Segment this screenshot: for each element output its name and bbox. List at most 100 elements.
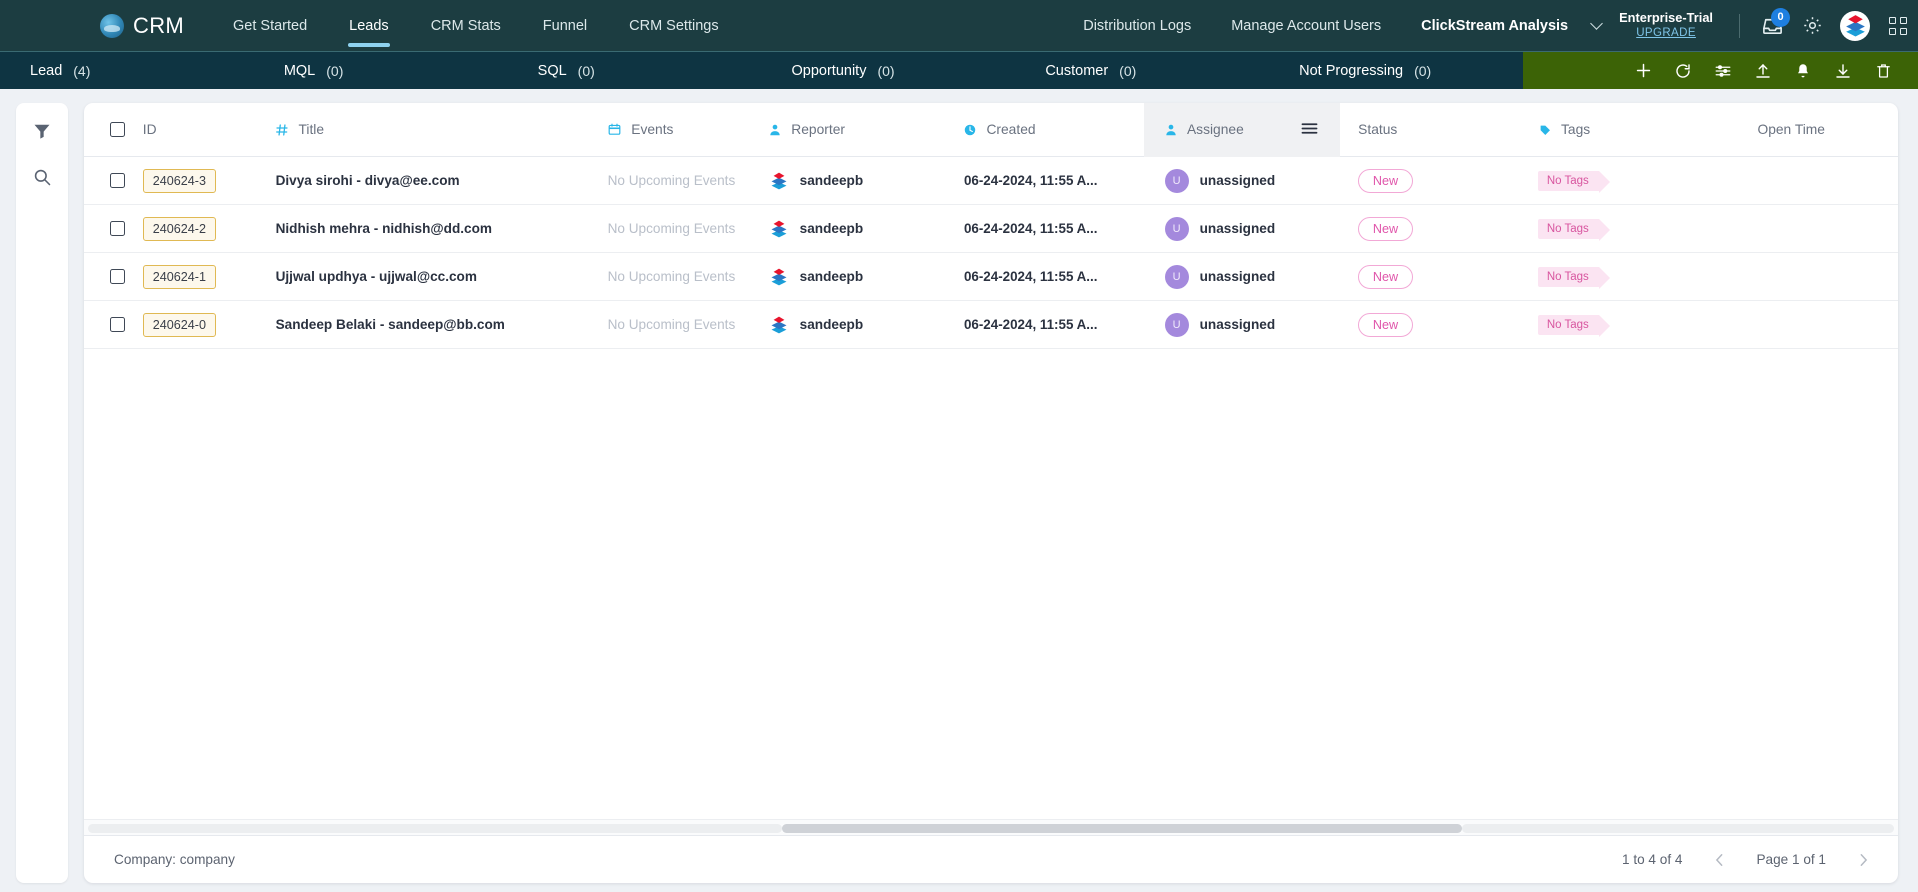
notification-bell-icon[interactable] xyxy=(1792,60,1814,82)
cell-open-time xyxy=(1721,205,1898,253)
lead-title-link[interactable]: Sandeep Belaki - sandeep@bb.com xyxy=(276,317,505,332)
assignee-name: unassigned xyxy=(1199,221,1276,236)
cell-id: 240624-2 xyxy=(142,205,276,253)
status-badge[interactable]: New xyxy=(1357,216,1414,241)
avatar[interactable]: U xyxy=(1164,264,1189,289)
column-header-title[interactable]: Title xyxy=(275,103,607,157)
column-header-id[interactable]: ID xyxy=(143,103,276,157)
gear-icon[interactable] xyxy=(1792,6,1832,46)
lead-title-link[interactable]: Ujjwal updhya - ujjwal@cc.com xyxy=(276,269,477,284)
stage-tab-opportunity-label: Opportunity xyxy=(791,62,867,79)
table-row[interactable]: 240624-0 Sandeep Belaki - sandeep@bb.com… xyxy=(84,301,1898,349)
tag-chip[interactable]: No Tags xyxy=(1537,266,1610,289)
search-icon[interactable] xyxy=(28,163,56,191)
download-icon[interactable] xyxy=(1832,60,1854,82)
cell-title: Ujjwal updhya - ujjwal@cc.com xyxy=(276,253,608,301)
cell-status: New xyxy=(1340,205,1526,253)
stage-tab-opportunity[interactable]: Opportunity (0) xyxy=(761,52,1015,90)
table-row[interactable]: 240624-2 Nidhish mehra - nidhish@dd.com … xyxy=(84,205,1898,253)
nav-item-manage-account-users[interactable]: Manage Account Users xyxy=(1211,0,1401,51)
refresh-icon[interactable] xyxy=(1672,60,1694,82)
record-range: 1 to 4 of 4 xyxy=(1621,852,1683,867)
cell-assignee: U unassigned xyxy=(1145,301,1340,349)
reporter-name: sandeepb xyxy=(799,269,864,284)
nav-item-distribution-logs[interactable]: Distribution Logs xyxy=(1063,0,1211,51)
id-badge[interactable]: 240624-2 xyxy=(142,216,217,241)
row-checkbox[interactable] xyxy=(109,269,125,284)
stage-tab-customer[interactable]: Customer (0) xyxy=(1015,52,1269,90)
apps-grid-icon[interactable] xyxy=(1878,6,1918,46)
status-badge[interactable]: New xyxy=(1357,264,1414,289)
nav-item-get-started[interactable]: Get Started xyxy=(212,0,328,51)
nav-item-funnel[interactable]: Funnel xyxy=(522,0,608,51)
column-header-tags-label: Tags xyxy=(1561,122,1591,137)
select-all-checkbox[interactable] xyxy=(109,122,125,137)
stage-tab-lead[interactable]: Lead (4) xyxy=(0,52,254,90)
table-row[interactable]: 240624-1 Ujjwal updhya - ujjwal@cc.com N… xyxy=(84,253,1898,301)
horizontal-scrollbar[interactable] xyxy=(84,819,1898,835)
brand[interactable]: CRM xyxy=(100,13,184,39)
column-header-open-time[interactable]: Open Time xyxy=(1721,103,1898,157)
upload-icon[interactable] xyxy=(1752,60,1774,82)
row-checkbox[interactable] xyxy=(109,221,125,236)
chevron-right-icon[interactable] xyxy=(1852,849,1874,871)
stage-tab-mql[interactable]: MQL (0) xyxy=(254,52,508,90)
cell-reporter: sandeepb xyxy=(769,253,964,301)
scrollbar-thumb[interactable] xyxy=(782,824,1462,833)
column-header-tags[interactable]: Tags xyxy=(1526,103,1721,157)
filter-icon[interactable] xyxy=(28,117,56,145)
hamburger-menu-icon[interactable] xyxy=(1301,122,1318,138)
stage-tab-not-progressing[interactable]: Not Progressing (0) xyxy=(1269,52,1523,90)
cell-events: No Upcoming Events xyxy=(608,157,769,205)
id-badge[interactable]: 240624-1 xyxy=(142,264,217,289)
cell-created: 06-24-2024, 11:55 A... xyxy=(964,205,1145,253)
events-text: No Upcoming Events xyxy=(607,269,736,284)
status-badge[interactable]: New xyxy=(1357,168,1414,193)
inbox-download-icon[interactable]: 0 xyxy=(1752,6,1792,46)
avatar[interactable]: U xyxy=(1164,312,1189,337)
page-indicator: Page 1 of 1 xyxy=(1756,852,1826,867)
tag-chip[interactable]: No Tags xyxy=(1537,218,1610,241)
avatar[interactable]: U xyxy=(1164,216,1189,241)
chevron-down-icon[interactable] xyxy=(1590,17,1603,30)
events-text: No Upcoming Events xyxy=(607,173,736,188)
calendar-icon xyxy=(607,122,622,137)
hexagon-brand-icon[interactable] xyxy=(1840,10,1870,41)
nav-item-crm-settings[interactable]: CRM Settings xyxy=(608,0,739,51)
id-badge[interactable]: 240624-0 xyxy=(142,312,217,337)
row-checkbox[interactable] xyxy=(109,317,125,332)
column-header-status[interactable]: Status xyxy=(1340,103,1526,157)
delete-icon[interactable] xyxy=(1872,60,1894,82)
nav-item-leads[interactable]: Leads xyxy=(328,0,410,51)
column-header-created[interactable]: Created xyxy=(963,103,1144,157)
row-checkbox[interactable] xyxy=(109,173,125,188)
row-select-cell xyxy=(92,157,143,205)
person-icon xyxy=(1164,123,1178,137)
lead-title-link[interactable]: Nidhish mehra - nidhish@dd.com xyxy=(276,221,492,236)
status-badge[interactable]: New xyxy=(1357,312,1414,337)
nav-item-crm-stats[interactable]: CRM Stats xyxy=(410,0,522,51)
cell-assignee: U unassigned xyxy=(1145,253,1340,301)
id-badge[interactable]: 240624-3 xyxy=(142,168,217,193)
stage-tab-not-progressing-label: Not Progressing xyxy=(1299,62,1404,79)
column-header-reporter[interactable]: Reporter xyxy=(768,103,963,157)
column-header-events-label: Events xyxy=(631,122,674,137)
column-header-assignee[interactable]: Assignee xyxy=(1143,103,1341,157)
stage-tab-bar: Lead (4) MQL (0) SQL (0) Opportunity (0)… xyxy=(0,51,1918,89)
filter-settings-icon[interactable] xyxy=(1712,60,1734,82)
add-icon[interactable] xyxy=(1632,60,1654,82)
cell-open-time xyxy=(1721,157,1898,205)
scrollbar-track-left xyxy=(88,824,782,833)
chevron-left-icon[interactable] xyxy=(1708,849,1730,871)
cell-assignee: U unassigned xyxy=(1145,157,1340,205)
column-header-id-label: ID xyxy=(142,122,157,137)
tag-chip[interactable]: No Tags xyxy=(1537,314,1610,337)
avatar[interactable]: U xyxy=(1164,168,1189,193)
upgrade-link[interactable]: UPGRADE xyxy=(1636,26,1696,40)
tag-chip[interactable]: No Tags xyxy=(1537,170,1610,193)
lead-title-link[interactable]: Divya sirohi - divya@ee.com xyxy=(276,173,460,188)
nav-item-clickstream-analysis[interactable]: ClickStream Analysis xyxy=(1401,0,1588,51)
table-row[interactable]: 240624-3 Divya sirohi - divya@ee.com No … xyxy=(84,157,1898,205)
column-header-events[interactable]: Events xyxy=(607,103,768,157)
stage-tab-sql[interactable]: SQL (0) xyxy=(508,52,762,90)
